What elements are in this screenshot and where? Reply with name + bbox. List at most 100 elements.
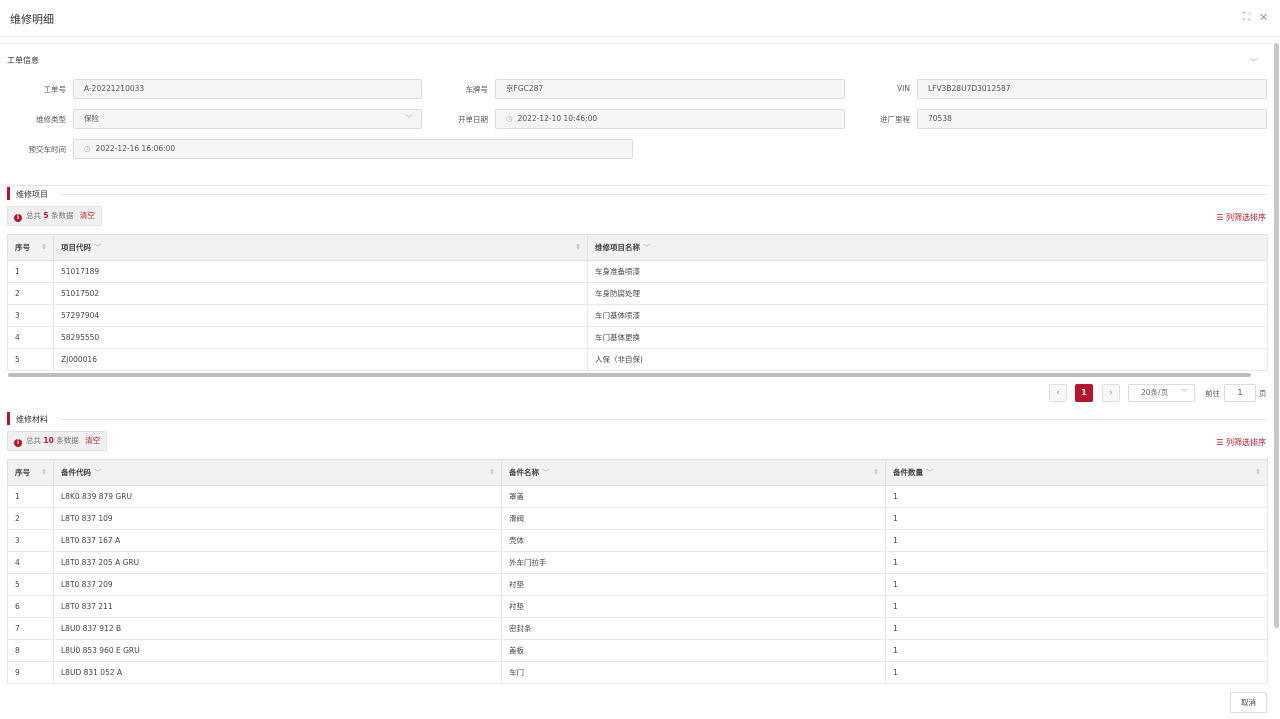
delivery-time-field[interactable]: ◷ 2022-12-16 16:06:00 bbox=[73, 139, 633, 159]
column-header-label: 序号 bbox=[15, 243, 30, 252]
current-page[interactable]: 1 bbox=[1075, 384, 1093, 402]
page-unit: 页 bbox=[1259, 389, 1267, 398]
repair-type-label: 维修类型 bbox=[36, 115, 66, 124]
table-row[interactable]: 5 ZJ000016 人保（非自保) bbox=[7, 348, 1268, 371]
sort-icon[interactable]: ⇕ bbox=[489, 468, 495, 476]
table-cell: 1 bbox=[885, 573, 1268, 596]
section-title-work-order: 工单信息 bbox=[7, 56, 39, 65]
collapse-icon[interactable]: ﹀ bbox=[1250, 57, 1258, 68]
table-cell: 1 bbox=[885, 551, 1268, 574]
column-filter-button[interactable]: ☰ 列筛选排序 bbox=[1216, 212, 1266, 223]
clear-button[interactable]: 清空 bbox=[85, 436, 100, 445]
table-cell: 4 bbox=[7, 551, 54, 574]
table-cell: 3 bbox=[7, 529, 54, 552]
table-cell: 5 bbox=[7, 348, 54, 371]
table-cell: 1 bbox=[885, 617, 1268, 640]
table-cell: ZJ000016 bbox=[53, 348, 588, 371]
table-row[interactable]: 2 L8T0 837 109 滑阀 1 bbox=[7, 507, 1268, 530]
fullscreen-icon[interactable]: ⛶ bbox=[1243, 12, 1250, 23]
next-page-button[interactable]: › bbox=[1102, 384, 1120, 402]
table-row[interactable]: 5 L8T0 837 209 衬垫 1 bbox=[7, 573, 1268, 596]
table-cell: 58295550 bbox=[53, 326, 588, 349]
prev-page-button[interactable]: ‹ bbox=[1049, 384, 1067, 402]
summary-suffix: 条数据 bbox=[51, 211, 74, 220]
table-cell: 衬垫 bbox=[501, 573, 886, 596]
filter-lines-icon: ☰ bbox=[1216, 213, 1224, 222]
chevron-down-icon: ﹀ bbox=[926, 468, 934, 477]
column-header-item-code[interactable]: 项目代码 ﹀ ⇕ bbox=[53, 234, 588, 261]
column-header-item-name[interactable]: 维修项目名称 ﹀ bbox=[587, 234, 1268, 261]
group-marker bbox=[7, 187, 10, 200]
clear-button[interactable]: 清空 bbox=[80, 211, 95, 220]
open-date-value: 2022-12-10 10:46:00 bbox=[517, 114, 598, 123]
sort-icon[interactable]: ⇕ bbox=[1255, 468, 1261, 476]
column-filter-button[interactable]: ☰ 列筛选排序 bbox=[1216, 437, 1266, 448]
summary-prefix: 总共 bbox=[26, 436, 41, 445]
chevron-down-icon: ﹀ bbox=[643, 243, 651, 252]
group-title-repair-items: 维修项目 bbox=[16, 190, 48, 199]
divider bbox=[60, 419, 1267, 420]
summary-count: 10 bbox=[43, 436, 54, 445]
sort-icon[interactable]: ⇕ bbox=[575, 243, 581, 251]
table-cell: 车门基体喷漆 bbox=[587, 304, 1268, 327]
table-header-row: 序号 ⇕ 备件代码 ﹀ ⇕ 备件名称 ﹀ ⇕ 备件数量 ﹀ ⇕ bbox=[7, 459, 1268, 486]
chevron-down-icon: ﹀ bbox=[542, 468, 550, 477]
table-row[interactable]: 3 57297904 车门基体喷漆 bbox=[7, 304, 1268, 327]
delivery-time-value: 2022-12-16 16:06:00 bbox=[95, 144, 176, 153]
column-header-index[interactable]: 序号 ⇕ bbox=[7, 459, 54, 486]
mileage-label: 进厂里程 bbox=[880, 115, 910, 124]
table-cell: 7 bbox=[7, 617, 54, 640]
table-row[interactable]: 1 L8K0 839 879 GRU 罩盖 1 bbox=[7, 485, 1268, 508]
table-row[interactable]: 2 51017502 车身防腐处理 bbox=[7, 282, 1268, 305]
table-row[interactable]: 4 58295550 车门基体更换 bbox=[7, 326, 1268, 349]
table-cell: 2 bbox=[7, 282, 54, 305]
vertical-scrollbar[interactable] bbox=[1274, 43, 1279, 628]
column-header-part-code[interactable]: 备件代码 ﹀ ⇕ bbox=[53, 459, 502, 486]
page-size-value: 20条/页 bbox=[1141, 388, 1169, 397]
chevron-down-icon: ﹀ bbox=[405, 114, 413, 123]
table-row[interactable]: 1 51017189 车身准备喷漆 bbox=[7, 260, 1268, 283]
vin-label: VIN bbox=[897, 84, 910, 93]
chevron-down-icon: ﹀ bbox=[1180, 388, 1189, 397]
sort-icon[interactable]: ⇕ bbox=[41, 243, 47, 251]
group-marker bbox=[7, 412, 10, 425]
table-row[interactable]: 8 L8U0 853 960 E GRU 盖板 1 bbox=[7, 639, 1268, 662]
goto-page-input[interactable]: 1 bbox=[1224, 384, 1256, 402]
repair-type-select[interactable]: 保险 ﹀ bbox=[73, 109, 422, 129]
sort-icon[interactable]: ⇕ bbox=[873, 468, 879, 476]
table-row[interactable]: 7 L8U0 837 912 B 密封条 1 bbox=[7, 617, 1268, 640]
sort-icon[interactable]: ⇕ bbox=[41, 468, 47, 476]
mileage-field[interactable]: 70538 bbox=[917, 109, 1267, 129]
table-cell: 1 bbox=[885, 661, 1268, 684]
column-header-index[interactable]: 序号 ⇕ bbox=[7, 234, 54, 261]
page-size-select[interactable]: 20条/页 ﹀ bbox=[1128, 384, 1195, 402]
cancel-button[interactable]: 取消 bbox=[1230, 692, 1267, 713]
modal-header: 维修明细 ⛶ ✕ bbox=[0, 0, 1280, 37]
table-cell: L8T0 837 205 A GRU bbox=[53, 551, 502, 574]
open-date-field[interactable]: ◷ 2022-12-10 10:46:00 bbox=[495, 109, 845, 129]
vin-field[interactable]: LFV3B28U7D3012587 bbox=[917, 79, 1267, 99]
column-header-part-name[interactable]: 备件名称 ﹀ ⇕ bbox=[501, 459, 886, 486]
column-header-label: 序号 bbox=[15, 468, 30, 477]
table-row[interactable]: 4 L8T0 837 205 A GRU 外车门拉手 1 bbox=[7, 551, 1268, 574]
table-cell: L8UD 831 052 A bbox=[53, 661, 502, 684]
table-cell: 密封条 bbox=[501, 617, 886, 640]
column-header-part-qty[interactable]: 备件数量 ﹀ ⇕ bbox=[885, 459, 1268, 486]
column-filter-label: 列筛选排序 bbox=[1226, 438, 1266, 447]
table-row[interactable]: 9 L8UD 831 052 A 车门 1 bbox=[7, 661, 1268, 684]
table-cell: 6 bbox=[7, 595, 54, 618]
table-row[interactable]: 6 L8T0 837 211 衬垫 1 bbox=[7, 595, 1268, 618]
horizontal-scrollbar[interactable] bbox=[8, 373, 1251, 377]
table-row[interactable]: 3 L8T0 837 167 A 壳体 1 bbox=[7, 529, 1268, 552]
clock-icon: ◷ bbox=[506, 114, 513, 123]
table-cell: 1 bbox=[885, 639, 1268, 662]
plate-field[interactable]: 京FGC287 bbox=[495, 79, 845, 99]
table-cell: 车门 bbox=[501, 661, 886, 684]
clock-icon: ◷ bbox=[84, 144, 91, 153]
close-icon[interactable]: ✕ bbox=[1259, 11, 1268, 24]
table-cell: 2 bbox=[7, 507, 54, 530]
table-cell: L8T0 837 109 bbox=[53, 507, 502, 530]
order-no-field[interactable]: A-20221210033 bbox=[73, 79, 422, 99]
table-cell: 51017502 bbox=[53, 282, 588, 305]
column-header-label: 备件代码 bbox=[61, 468, 91, 477]
